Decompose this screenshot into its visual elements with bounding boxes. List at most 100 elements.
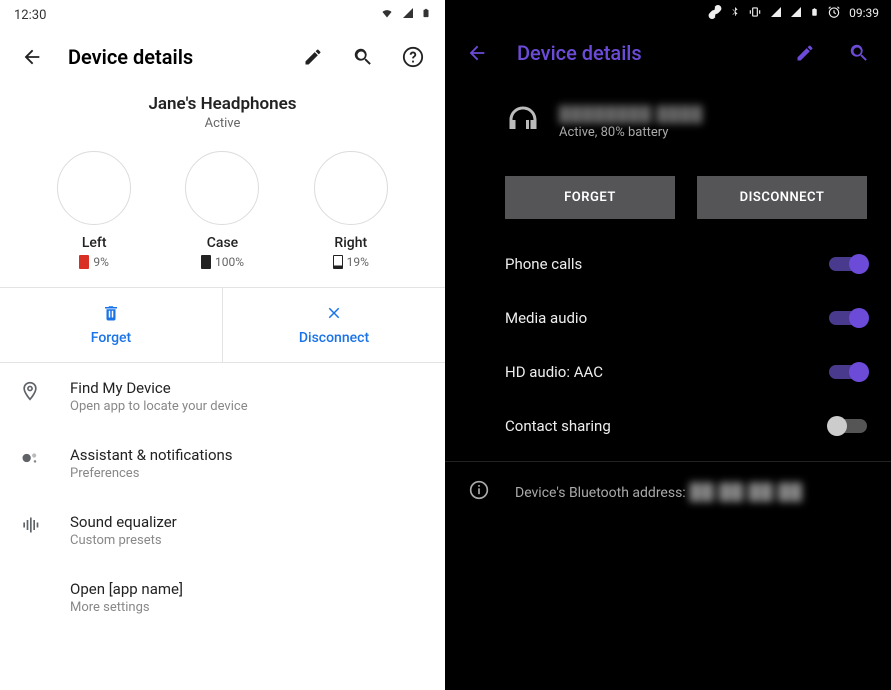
battery-low-icon — [79, 255, 89, 269]
toggle-label: HD audio: AAC — [505, 363, 603, 381]
toggle-media-audio[interactable]: Media audio — [445, 291, 891, 345]
setting-text: Find My Device Open app to locate your d… — [70, 379, 248, 414]
action-row: Forget Disconnect — [0, 287, 445, 363]
battery-percent: 9% — [79, 255, 109, 269]
battery-circle-icon — [57, 151, 131, 225]
setting-find-device[interactable]: Find My Device Open app to locate your d… — [0, 363, 445, 430]
toggle-label: Phone calls — [505, 255, 582, 273]
toggle-label: Media audio — [505, 309, 587, 327]
bluetooth-address-text: Device's Bluetooth address: ██:██:██:██ — [515, 482, 803, 502]
battery-low-icon — [333, 255, 343, 269]
switch-icon[interactable] — [829, 419, 867, 433]
setting-sub: Preferences — [70, 466, 233, 481]
appbar: Device details — [445, 26, 891, 80]
setting-text: Sound equalizer Custom presets — [70, 513, 177, 548]
location-icon — [20, 381, 42, 403]
setting-title: Sound equalizer — [70, 513, 177, 531]
setting-sub: Open app to locate your device — [70, 399, 248, 414]
setting-text: Assistant & notifications Preferences — [70, 446, 233, 481]
toggle-hd-audio[interactable]: HD audio: AAC — [445, 345, 891, 399]
switch-icon[interactable] — [829, 311, 867, 325]
setting-text: Open [app name] More settings — [70, 580, 183, 615]
forget-label: FORGET — [564, 190, 616, 205]
switch-icon[interactable] — [829, 365, 867, 379]
battery-label: Case — [207, 235, 238, 251]
page-title: Device details — [517, 41, 765, 65]
edit-button[interactable] — [299, 43, 327, 71]
bluetooth-address-value: ██:██:██:██ — [690, 482, 803, 501]
statusbar: 09:39 — [445, 0, 891, 26]
signal-icon — [790, 6, 802, 21]
disconnect-button[interactable]: Disconnect — [222, 288, 445, 362]
page-title: Device details — [68, 45, 277, 69]
vibrate-icon — [748, 5, 762, 22]
setting-title: Find My Device — [70, 379, 248, 397]
action-row: FORGET DISCONNECT — [445, 170, 891, 237]
disconnect-label: Disconnect — [299, 330, 369, 346]
status-icons — [379, 6, 431, 24]
forget-label: Forget — [91, 330, 131, 346]
wifi-icon — [379, 7, 395, 23]
device-status: Active — [0, 116, 445, 131]
bluetooth-icon — [730, 5, 740, 22]
toggle-contact-sharing[interactable]: Contact sharing — [445, 399, 891, 453]
disconnect-label: DISCONNECT — [740, 190, 825, 205]
battery-row: Left 9% Case 100% Right 19% — [0, 145, 445, 287]
bluetooth-address-row: Device's Bluetooth address: ██:██:██:██ — [445, 462, 891, 522]
phone-light: 12:30 Device details Jane's Hea — [0, 0, 445, 690]
search-button[interactable] — [845, 39, 873, 67]
switch-icon[interactable] — [829, 257, 867, 271]
statusbar: 12:30 — [0, 0, 445, 30]
device-header: ████████ ████ Active, 80% battery — [445, 80, 891, 170]
assistant-icon — [20, 448, 42, 470]
battery-left: Left 9% — [44, 151, 144, 269]
device-status: Active, 80% battery — [559, 125, 703, 140]
disconnect-button[interactable]: DISCONNECT — [697, 176, 867, 219]
forget-button[interactable]: FORGET — [505, 176, 675, 219]
battery-right: Right 19% — [301, 151, 401, 269]
battery-icon — [421, 6, 431, 24]
bluetooth-address-label: Device's Bluetooth address: — [515, 485, 686, 501]
battery-percent: 100% — [201, 255, 244, 269]
battery-icon — [810, 5, 819, 22]
battery-label: Left — [82, 235, 107, 251]
battery-label: Right — [334, 235, 367, 251]
setting-equalizer[interactable]: Sound equalizer Custom presets — [0, 497, 445, 564]
phone-dark: 09:39 Device details ████████ ████ Activ… — [445, 0, 891, 690]
forget-button[interactable]: Forget — [0, 288, 222, 362]
edit-button[interactable] — [791, 39, 819, 67]
toggle-phone-calls[interactable]: Phone calls — [445, 237, 891, 291]
signal-icon — [770, 6, 782, 21]
device-name: ████████ ████ — [559, 105, 703, 123]
signal-icon — [401, 7, 415, 23]
clock: 12:30 — [14, 8, 46, 23]
headphones-icon — [505, 102, 541, 142]
device-header: Jane's Headphones Active — [0, 84, 445, 145]
setting-open-app[interactable]: Open [app name] More settings — [0, 564, 445, 631]
help-button[interactable] — [399, 43, 427, 71]
battery-case: Case 100% — [172, 151, 272, 269]
battery-percent: 19% — [333, 255, 369, 269]
setting-title: Open [app name] — [70, 580, 183, 598]
trash-icon — [102, 304, 120, 326]
back-button[interactable] — [18, 43, 46, 71]
alarm-icon — [827, 5, 841, 22]
setting-assistant[interactable]: Assistant & notifications Preferences — [0, 430, 445, 497]
setting-sub: More settings — [70, 600, 183, 615]
close-icon — [325, 304, 343, 326]
equalizer-icon — [20, 515, 42, 537]
device-name: Jane's Headphones — [0, 94, 445, 114]
battery-circle-icon — [185, 151, 259, 225]
battery-full-icon — [201, 255, 211, 269]
setting-sub: Custom presets — [70, 533, 177, 548]
device-text: ████████ ████ Active, 80% battery — [559, 105, 703, 140]
back-button[interactable] — [463, 39, 491, 67]
info-icon — [469, 480, 489, 504]
toggle-label: Contact sharing — [505, 417, 611, 435]
setting-title: Assistant & notifications — [70, 446, 233, 464]
search-button[interactable] — [349, 43, 377, 71]
clock: 09:39 — [849, 6, 879, 20]
blank-icon — [20, 582, 42, 604]
link-icon — [708, 5, 722, 22]
battery-circle-icon — [314, 151, 388, 225]
